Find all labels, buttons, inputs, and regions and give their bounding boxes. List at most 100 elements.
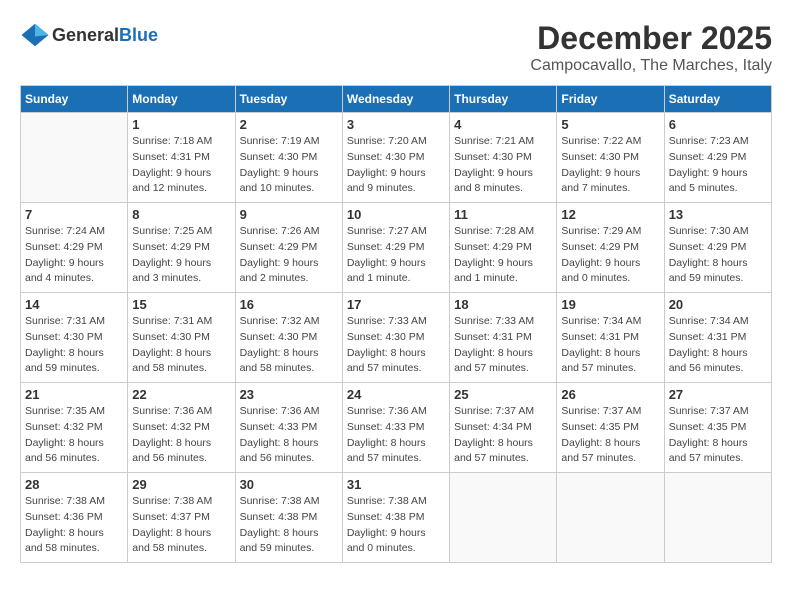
day-number: 8 <box>132 207 230 222</box>
day-info: Sunrise: 7:24 AMSunset: 4:29 PMDaylight:… <box>25 224 123 287</box>
day-number: 10 <box>347 207 445 222</box>
day-info: Sunrise: 7:25 AMSunset: 4:29 PMDaylight:… <box>132 224 230 287</box>
week-row-5: 28Sunrise: 7:38 AMSunset: 4:36 PMDayligh… <box>21 473 772 563</box>
day-number: 20 <box>669 297 767 312</box>
generalblue-icon <box>20 20 50 50</box>
day-number: 13 <box>669 207 767 222</box>
day-number: 29 <box>132 477 230 492</box>
calendar-cell: 1Sunrise: 7:18 AMSunset: 4:31 PMDaylight… <box>128 113 235 203</box>
day-number: 27 <box>669 387 767 402</box>
calendar-cell: 23 Sunrise: 7:36 AMSunset: 4:33 PMDayligh… <box>235 383 342 473</box>
weekday-header-monday: Monday <box>128 86 235 113</box>
page-header: GeneralBlue December 2025 Campocavallo, … <box>20 20 772 75</box>
calendar-cell: 3Sunrise: 7:20 AMSunset: 4:30 PMDaylight… <box>342 113 449 203</box>
day-info: Sunrise: 7:22 AMSunset: 4:30 PMDaylight:… <box>561 134 659 197</box>
day-info: Sunrise: 7:31 AMSunset: 4:30 PMDaylight:… <box>25 314 123 377</box>
day-info: Sunrise: 7:28 AMSunset: 4:29 PMDaylight:… <box>454 224 552 287</box>
day-info: Sunrise: 7:37 AMSunset: 4:34 PMDaylight:… <box>454 404 552 467</box>
day-info: Sunrise: 7:33 AMSunset: 4:30 PMDaylight:… <box>347 314 445 377</box>
day-info: Sunrise: 7:23 AMSunset: 4:29 PMDaylight:… <box>669 134 767 197</box>
calendar-cell: 25 Sunrise: 7:37 AMSunset: 4:34 PMDayligh… <box>450 383 557 473</box>
calendar-cell <box>664 473 771 563</box>
day-info: Sunrise: 7:19 AMSunset: 4:30 PMDaylight:… <box>240 134 338 197</box>
day-info: Sunrise: 7:32 AMSunset: 4:30 PMDaylight:… <box>240 314 338 377</box>
calendar-table: SundayMondayTuesdayWednesdayThursdayFrid… <box>20 85 772 563</box>
day-info: Sunrise: 7:36 AMSunset: 4:33 PMDaylight:… <box>347 404 445 467</box>
calendar-cell: 19Sunrise: 7:34 AMSunset: 4:31 PMDayligh… <box>557 293 664 383</box>
day-number: 31 <box>347 477 445 492</box>
day-info: Sunrise: 7:18 AMSunset: 4:31 PMDaylight:… <box>132 134 230 197</box>
calendar-cell: 26 Sunrise: 7:37 AMSunset: 4:35 PMDayligh… <box>557 383 664 473</box>
day-info: Sunrise: 7:27 AMSunset: 4:29 PMDaylight:… <box>347 224 445 287</box>
day-number: 2 <box>240 117 338 132</box>
day-number: 26 <box>561 387 659 402</box>
calendar-cell: 24 Sunrise: 7:36 AMSunset: 4:33 PMDayligh… <box>342 383 449 473</box>
day-info: Sunrise: 7:36 AMSunset: 4:32 PMDaylight:… <box>132 404 230 467</box>
calendar-cell: 29 Sunrise: 7:38 AMSunset: 4:37 PMDayligh… <box>128 473 235 563</box>
calendar-cell <box>21 113 128 203</box>
calendar-cell: 7Sunrise: 7:24 AMSunset: 4:29 PMDaylight… <box>21 203 128 293</box>
day-number: 6 <box>669 117 767 132</box>
day-info: Sunrise: 7:37 AMSunset: 4:35 PMDaylight:… <box>669 404 767 467</box>
day-number: 22 <box>132 387 230 402</box>
weekday-header-wednesday: Wednesday <box>342 86 449 113</box>
day-info: Sunrise: 7:26 AMSunset: 4:29 PMDaylight:… <box>240 224 338 287</box>
logo: GeneralBlue <box>20 20 158 50</box>
location-title: Campocavallo, The Marches, Italy <box>530 57 772 75</box>
calendar-cell: 15Sunrise: 7:31 AMSunset: 4:30 PMDayligh… <box>128 293 235 383</box>
weekday-header-sunday: Sunday <box>21 86 128 113</box>
day-info: Sunrise: 7:34 AMSunset: 4:31 PMDaylight:… <box>561 314 659 377</box>
day-number: 17 <box>347 297 445 312</box>
calendar-cell: 8 Sunrise: 7:25 AMSunset: 4:29 PMDaylight… <box>128 203 235 293</box>
calendar-cell: 10 Sunrise: 7:27 AMSunset: 4:29 PMDayligh… <box>342 203 449 293</box>
day-info: Sunrise: 7:38 AMSunset: 4:38 PMDaylight:… <box>347 494 445 557</box>
calendar-cell: 12 Sunrise: 7:29 AMSunset: 4:29 PMDayligh… <box>557 203 664 293</box>
day-number: 16 <box>240 297 338 312</box>
calendar-cell: 4Sunrise: 7:21 AMSunset: 4:30 PMDaylight… <box>450 113 557 203</box>
day-number: 15 <box>132 297 230 312</box>
calendar-cell <box>557 473 664 563</box>
calendar-cell: 18Sunrise: 7:33 AMSunset: 4:31 PMDayligh… <box>450 293 557 383</box>
day-info: Sunrise: 7:36 AMSunset: 4:33 PMDaylight:… <box>240 404 338 467</box>
week-row-1: 1Sunrise: 7:18 AMSunset: 4:31 PMDaylight… <box>21 113 772 203</box>
day-number: 14 <box>25 297 123 312</box>
calendar-cell: 31 Sunrise: 7:38 AMSunset: 4:38 PMDayligh… <box>342 473 449 563</box>
calendar-cell: 6 Sunrise: 7:23 AMSunset: 4:29 PMDaylight… <box>664 113 771 203</box>
calendar-cell: 27 Sunrise: 7:37 AMSunset: 4:35 PMDayligh… <box>664 383 771 473</box>
calendar-cell: 22 Sunrise: 7:36 AMSunset: 4:32 PMDayligh… <box>128 383 235 473</box>
day-number: 4 <box>454 117 552 132</box>
day-number: 3 <box>347 117 445 132</box>
weekday-header-tuesday: Tuesday <box>235 86 342 113</box>
day-info: Sunrise: 7:33 AMSunset: 4:31 PMDaylight:… <box>454 314 552 377</box>
day-info: Sunrise: 7:35 AMSunset: 4:32 PMDaylight:… <box>25 404 123 467</box>
weekday-header-row: SundayMondayTuesdayWednesdayThursdayFrid… <box>21 86 772 113</box>
calendar-cell: 20Sunrise: 7:34 AMSunset: 4:31 PMDayligh… <box>664 293 771 383</box>
day-info: Sunrise: 7:29 AMSunset: 4:29 PMDaylight:… <box>561 224 659 287</box>
calendar-cell: 30 Sunrise: 7:38 AMSunset: 4:38 PMDayligh… <box>235 473 342 563</box>
day-info: Sunrise: 7:37 AMSunset: 4:35 PMDaylight:… <box>561 404 659 467</box>
calendar-cell: 9 Sunrise: 7:26 AMSunset: 4:29 PMDaylight… <box>235 203 342 293</box>
calendar-cell <box>450 473 557 563</box>
calendar-cell: 11 Sunrise: 7:28 AMSunset: 4:29 PMDayligh… <box>450 203 557 293</box>
logo-blue: Blue <box>119 25 158 45</box>
calendar-cell: 17 Sunrise: 7:33 AMSunset: 4:30 PMDayligh… <box>342 293 449 383</box>
calendar-cell: 28Sunrise: 7:38 AMSunset: 4:36 PMDayligh… <box>21 473 128 563</box>
day-number: 12 <box>561 207 659 222</box>
day-number: 11 <box>454 207 552 222</box>
day-number: 9 <box>240 207 338 222</box>
day-number: 25 <box>454 387 552 402</box>
day-info: Sunrise: 7:38 AMSunset: 4:37 PMDaylight:… <box>132 494 230 557</box>
calendar-cell: 21Sunrise: 7:35 AMSunset: 4:32 PMDayligh… <box>21 383 128 473</box>
day-info: Sunrise: 7:38 AMSunset: 4:38 PMDaylight:… <box>240 494 338 557</box>
calendar-cell: 5Sunrise: 7:22 AMSunset: 4:30 PMDaylight… <box>557 113 664 203</box>
day-number: 30 <box>240 477 338 492</box>
day-number: 24 <box>347 387 445 402</box>
day-number: 23 <box>240 387 338 402</box>
month-title: December 2025 <box>530 20 772 57</box>
week-row-2: 7Sunrise: 7:24 AMSunset: 4:29 PMDaylight… <box>21 203 772 293</box>
weekday-header-friday: Friday <box>557 86 664 113</box>
calendar-cell: 14 Sunrise: 7:31 AMSunset: 4:30 PMDayligh… <box>21 293 128 383</box>
calendar-cell: 16 Sunrise: 7:32 AMSunset: 4:30 PMDayligh… <box>235 293 342 383</box>
logo-general: General <box>52 25 119 45</box>
day-info: Sunrise: 7:30 AMSunset: 4:29 PMDaylight:… <box>669 224 767 287</box>
